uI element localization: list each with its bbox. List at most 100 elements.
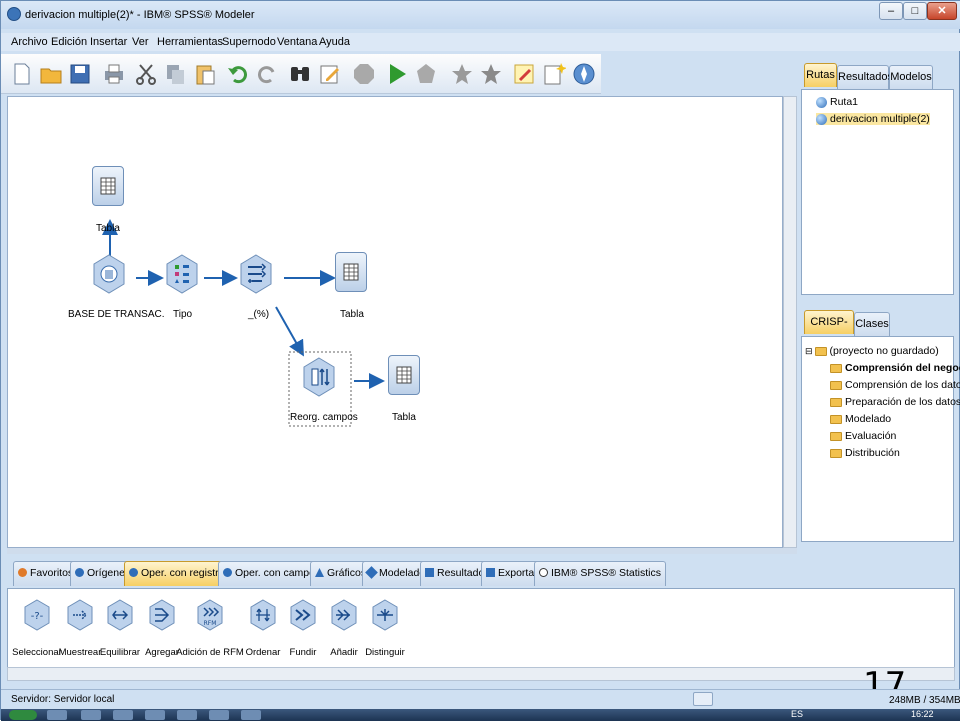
app-icon [7,7,21,21]
toolbar [1,54,601,94]
folder-icon [830,414,842,424]
folder-icon [830,431,842,441]
stream-canvas[interactable]: Tabla BASE DE TRANSAC. Tipo _(%) Tabla R… [7,96,783,548]
table-node-right[interactable] [335,252,367,292]
menu-supernodo[interactable]: Supernodo [222,36,276,48]
menu-ayuda[interactable]: Ayuda [319,36,350,48]
keyboard-language[interactable]: ES [791,709,803,719]
clock[interactable]: 16:22 [911,709,934,719]
compass-icon[interactable] [571,60,597,88]
stream-item-current[interactable]: derivacion multiple(2) [816,113,930,125]
paste-icon[interactable] [192,60,218,88]
minimize-button[interactable]: – [879,2,903,20]
status-button[interactable] [693,692,713,706]
stop-icon[interactable] [351,60,377,88]
table-node-top-label: Tabla [96,223,120,234]
taskbar-app-icon[interactable] [177,710,197,720]
tab-crisp-dm[interactable]: CRISP-DM [804,310,854,350]
derive-node-label: _(%) [248,309,270,320]
status-bar: Servidor: Servidor local 248MB / 354MB [1,689,960,709]
star-icon[interactable] [449,60,475,88]
type-node[interactable] [165,254,199,294]
find-icon[interactable] [287,60,313,88]
os-taskbar: ES 16:22 [1,709,960,721]
stream-icon [816,96,827,108]
crisp-tree: ⊟ (proyecto no guardado) Comprensión del … [801,336,960,542]
crisp-item-evaluation[interactable]: Evaluación [830,430,896,442]
taskbar-app-icon[interactable] [113,710,133,720]
palette-tabs: Favoritos Orígenes Oper. con registros O… [7,557,797,587]
save-icon[interactable] [67,60,93,88]
tab-clases[interactable]: Clases [854,312,890,336]
menu-edicion[interactable]: Edición [51,36,87,48]
tab-resultado[interactable]: Resultado [420,561,490,586]
crisp-item-data-understanding[interactable]: Comprensión de los datos [830,379,960,391]
new-icon[interactable] [9,60,35,88]
star2-icon[interactable] [478,60,504,88]
menu-ventana[interactable]: Ventana [277,36,317,48]
tab-rutas[interactable]: Rutas [804,63,837,87]
streams-list: Ruta1 derivacion multiple(2) [801,89,954,295]
maximize-button[interactable]: □ [903,2,927,20]
reorder-node[interactable] [302,357,336,397]
copy-icon[interactable] [162,60,188,88]
taskbar-app-icon[interactable] [145,710,165,720]
collapse-icon[interactable]: ⊟ [805,346,813,357]
menu-ver[interactable]: Ver [132,36,149,48]
source-node[interactable] [92,254,126,294]
taskbar-app-icon[interactable] [209,710,229,720]
start-button[interactable] [9,710,37,720]
table-node-top[interactable] [92,166,124,206]
window-title: derivacion multiple(2)* - IBM® SPSS® Mod… [25,9,255,21]
edit-icon[interactable] [317,60,343,88]
undo-icon[interactable] [225,60,251,88]
canvas-vertical-scrollbar[interactable] [783,96,797,548]
menu-archivo[interactable]: Archivo [11,36,48,48]
type-node-label: Tipo [173,309,193,320]
project-panel: CRISP-DM Clases ⊟(proyecto no guardado) … [799,302,960,545]
taskbar-app-icon[interactable] [241,710,261,720]
folder-icon [830,380,842,390]
stream-item-ruta1[interactable]: Ruta1 [816,96,858,108]
svg-text:RFM: RFM [204,620,217,627]
title-bar: derivacion multiple(2)* - IBM® SPSS® Mod… [1,1,960,29]
folder-icon [814,346,827,356]
palette-distinct-node[interactable]: Distinguir [358,599,412,663]
open-icon[interactable] [38,60,64,88]
annotation-icon[interactable] [511,60,537,88]
project-root[interactable]: ⊟ (proyecto no guardado) [805,345,939,357]
svg-text:-?-: -?- [31,611,44,622]
redo-icon[interactable] [254,60,280,88]
table-node-bottom[interactable] [388,355,420,395]
source-node-label: BASE DE TRANSAC. [68,309,165,320]
derive-node[interactable] [239,254,273,294]
memory-usage: 248MB / 354MB [889,695,960,706]
tab-favoritos[interactable]: Favoritos [13,561,79,586]
tab-modelos[interactable]: Modelos [889,65,933,89]
cut-icon[interactable] [133,60,159,88]
reorder-node-label: Reorg. campos [290,412,358,423]
tab-spss-statistics[interactable]: IBM® SPSS® Statistics [534,561,666,586]
managers-panel: Rutas Resultados Modelos Ruta1 derivacio… [799,55,955,298]
menu-bar: Archivo Edición Insertar Ver Herramienta… [1,33,960,51]
crisp-item-modeling[interactable]: Modelado [830,413,891,425]
canvas-splitter[interactable] [7,548,797,554]
comment-icon[interactable] [541,60,567,88]
crisp-item-business[interactable]: Comprensión del negocio [830,362,960,374]
crisp-item-data-preparation[interactable]: Preparación de los datos [830,396,960,408]
close-button[interactable]: ✕ [927,2,957,20]
application-window: derivacion multiple(2)* - IBM® SPSS® Mod… [0,0,960,721]
supernode-icon[interactable] [413,60,439,88]
taskbar-app-icon[interactable] [81,710,101,720]
run-icon[interactable] [384,60,410,88]
crisp-item-deployment[interactable]: Distribución [830,447,900,459]
server-status: Servidor: Servidor local [11,694,115,705]
tab-resultados[interactable]: Resultados [837,65,893,89]
menu-herramientas[interactable]: Herramientas [157,36,223,48]
taskbar-app-icon[interactable] [47,710,67,720]
stream-icon [816,113,827,125]
print-icon[interactable] [101,60,127,88]
menu-insertar[interactable]: Insertar [90,36,127,48]
folder-icon [830,363,842,373]
palette-horizontal-scrollbar[interactable] [7,667,955,681]
